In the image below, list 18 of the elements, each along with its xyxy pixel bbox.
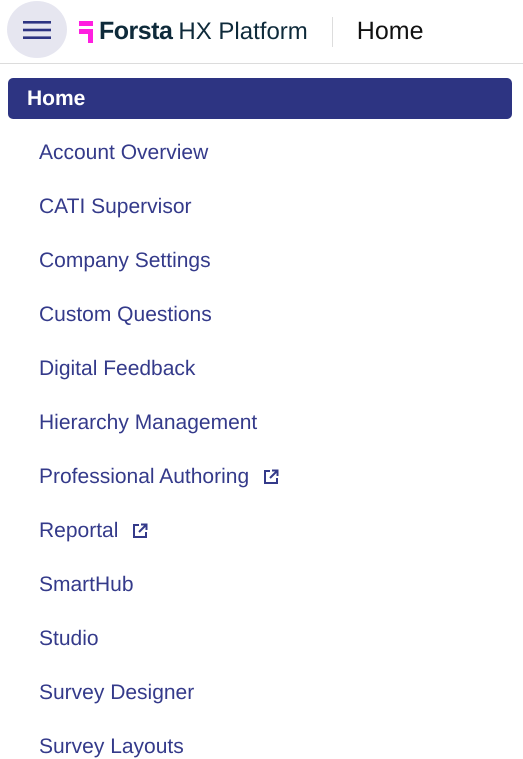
brand-name: Forsta: [99, 17, 172, 46]
menu-item[interactable]: Survey Layouts: [8, 720, 512, 759]
menu-item[interactable]: Custom Questions: [8, 288, 512, 342]
menu-item[interactable]: Survey Designer: [8, 666, 512, 720]
page-title: Home: [356, 17, 424, 46]
menu-item[interactable]: Studio: [8, 612, 512, 666]
menu-item[interactable]: Professional Authoring: [8, 450, 512, 504]
menu-icon: [23, 20, 51, 40]
menu-item[interactable]: SmartHub: [8, 558, 512, 612]
menu-item[interactable]: Company Settings: [8, 234, 512, 288]
product-name: HX Platform: [178, 18, 308, 46]
menu-item[interactable]: CATI Supervisor: [8, 180, 512, 234]
menu-item[interactable]: Hierarchy Management: [8, 396, 512, 450]
menu-item[interactable]: Digital Feedback: [8, 342, 512, 396]
menu-item[interactable]: Reportal: [8, 504, 512, 558]
menu-item[interactable]: Account Overview: [8, 126, 512, 180]
menu-item[interactable]: Home: [8, 78, 512, 119]
logo-icon: [79, 20, 93, 42]
